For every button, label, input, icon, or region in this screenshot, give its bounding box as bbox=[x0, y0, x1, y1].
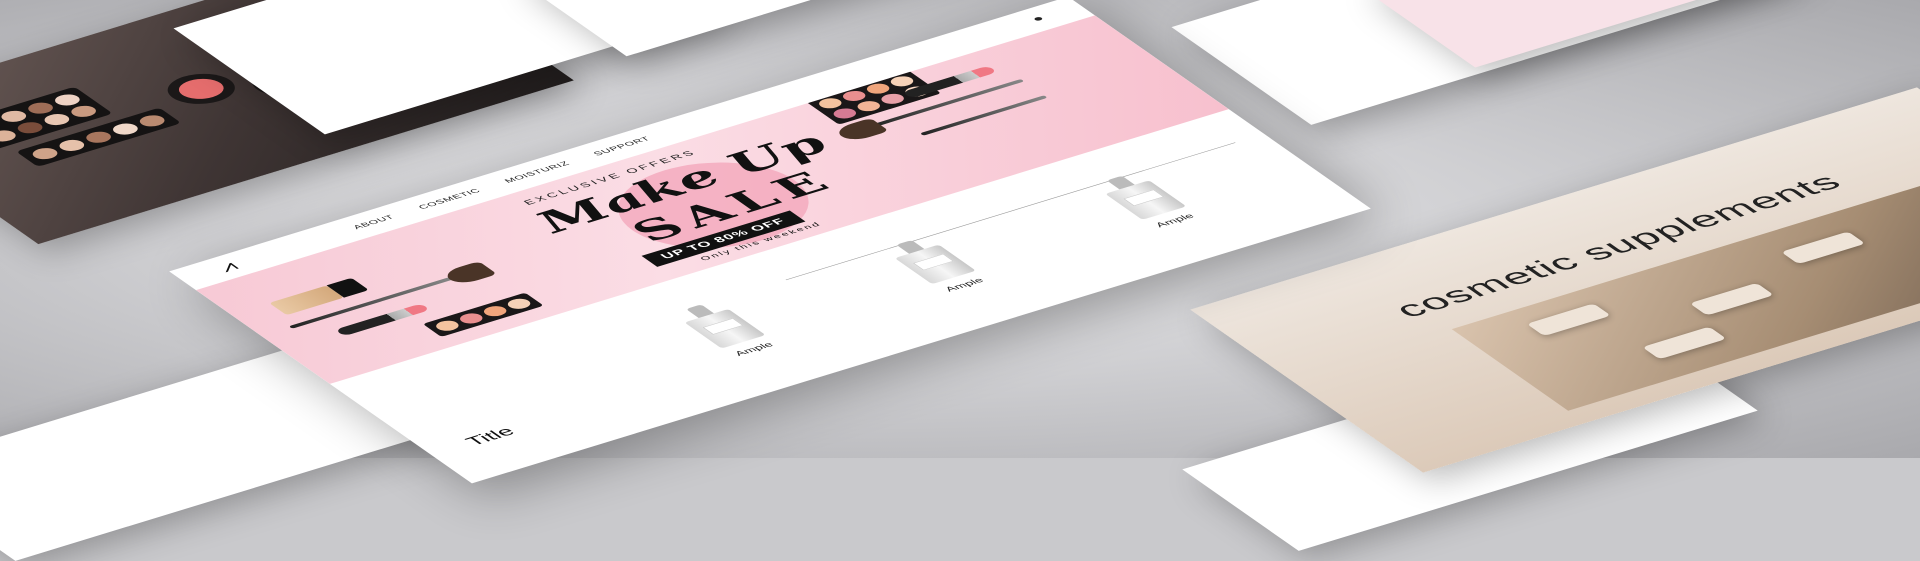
product-card[interactable]: Ample bbox=[874, 238, 1012, 301]
brush-head-image bbox=[440, 261, 498, 286]
foundation-bottle-image bbox=[269, 285, 344, 316]
product-card[interactable]: Ample bbox=[1084, 174, 1222, 237]
serum-bottle-image bbox=[894, 244, 976, 285]
blush-compact-image bbox=[155, 67, 248, 110]
user-icon[interactable]: ● bbox=[1029, 14, 1049, 24]
product-card[interactable]: Ample bbox=[663, 303, 801, 366]
section-title: Title bbox=[461, 424, 520, 449]
serum-bottle-image bbox=[684, 308, 766, 349]
nav-item-about[interactable]: ABOUT bbox=[351, 214, 397, 231]
serum-bottle-image bbox=[1105, 180, 1187, 220]
brush-image bbox=[919, 95, 1048, 136]
